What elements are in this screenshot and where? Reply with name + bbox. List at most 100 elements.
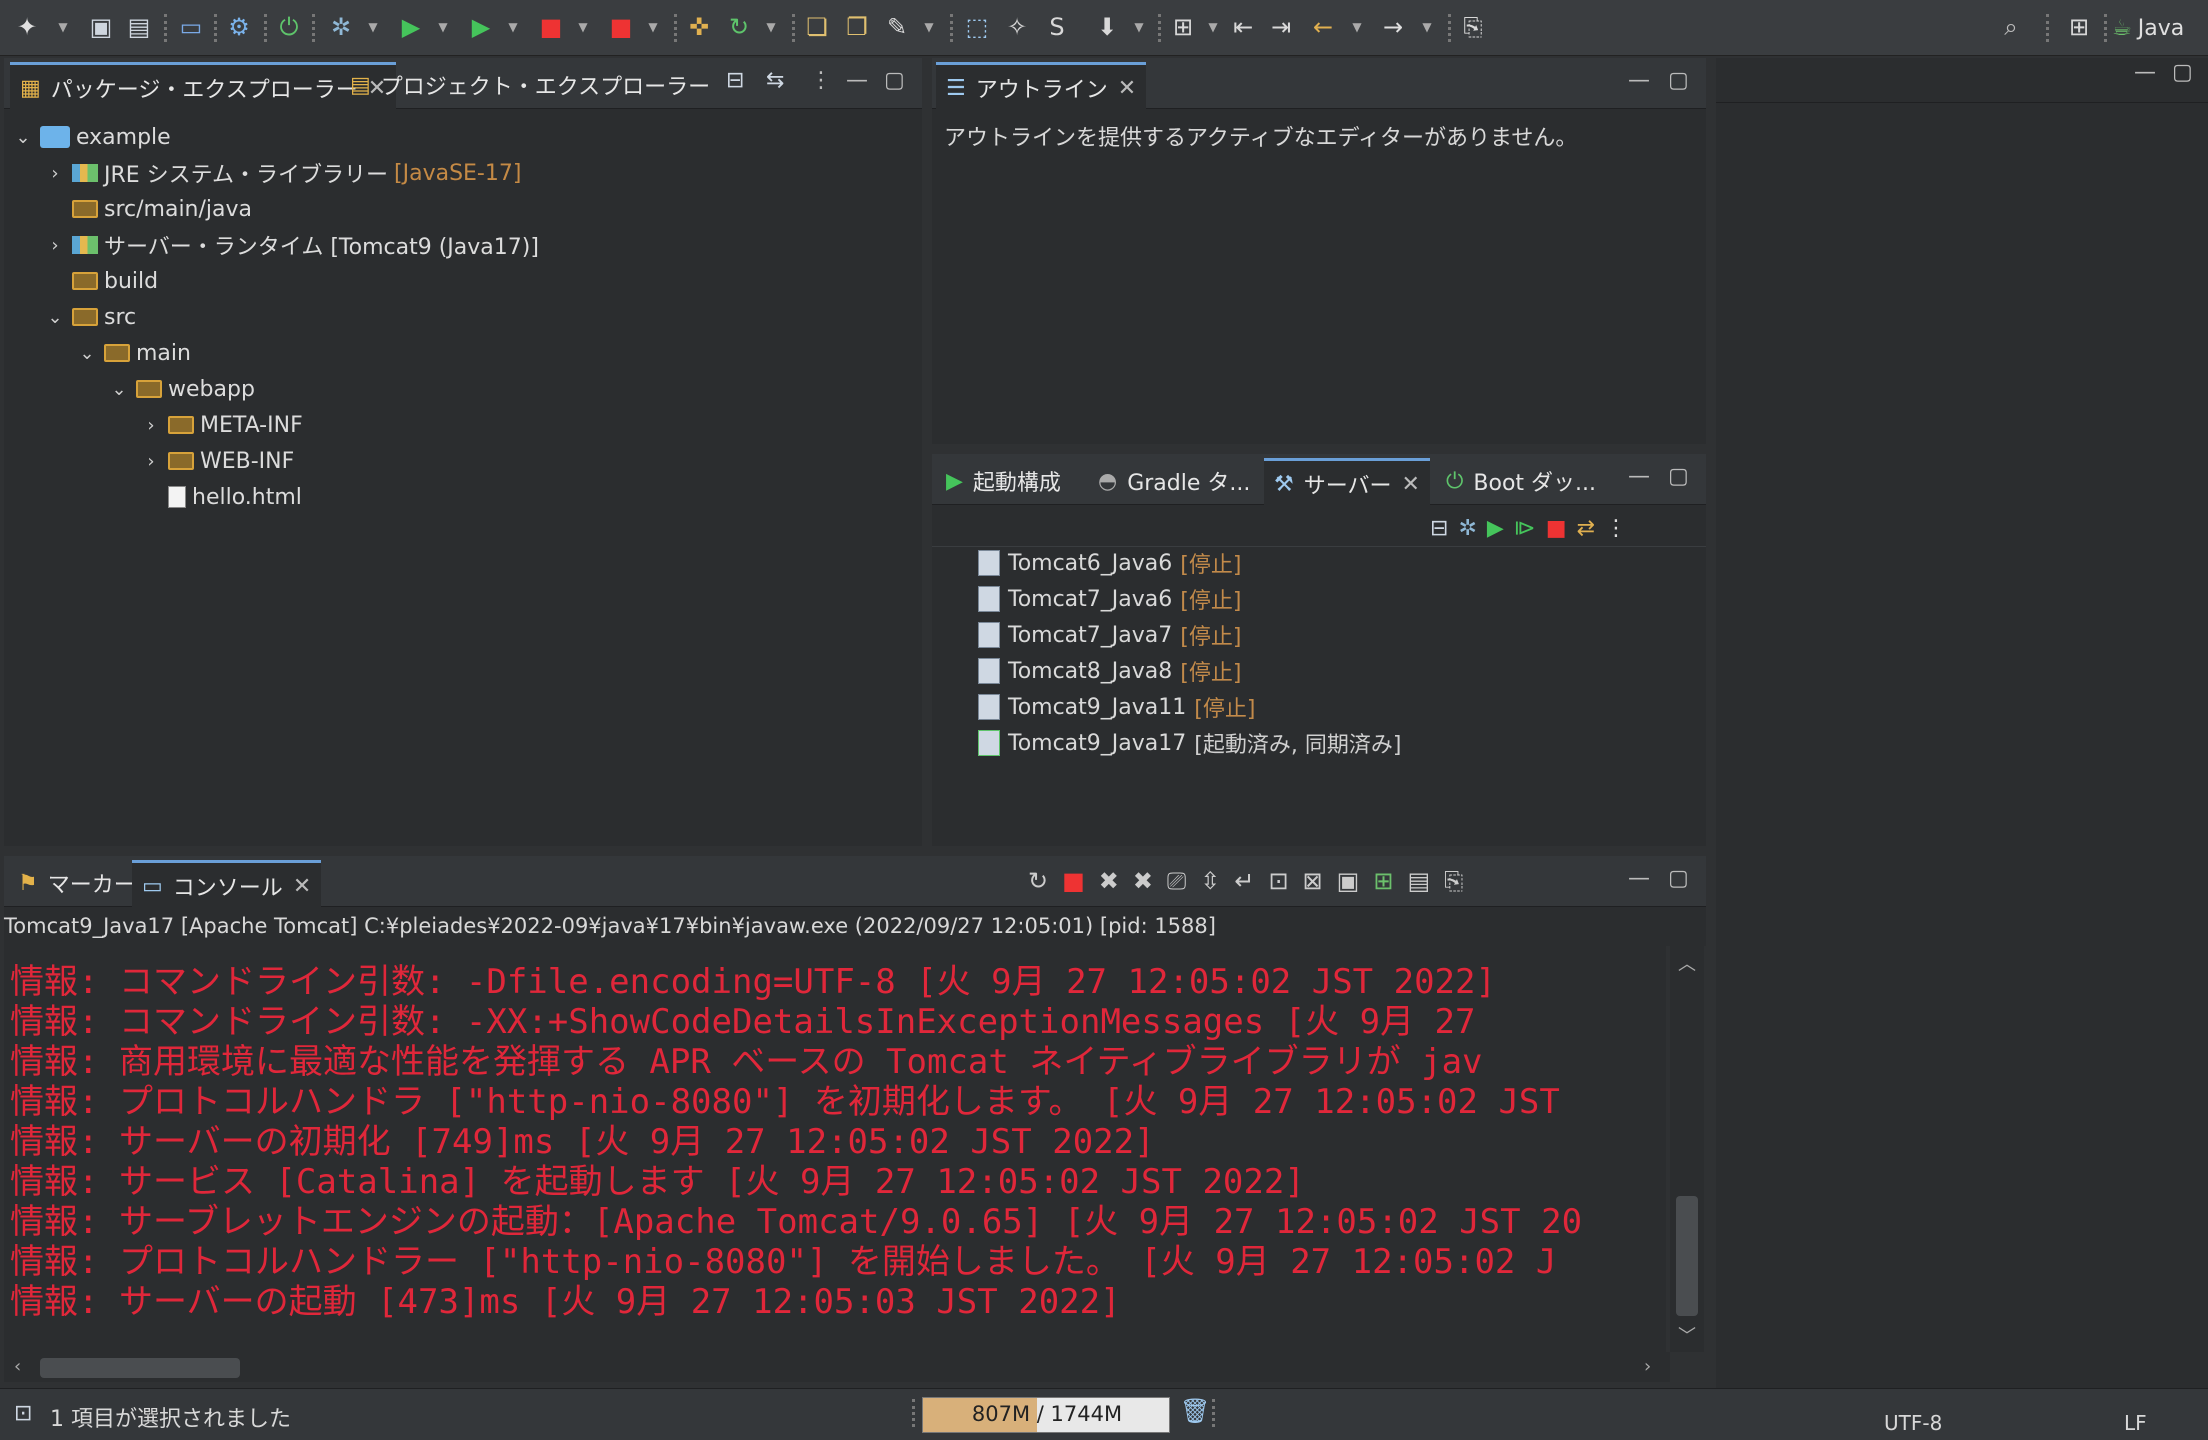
show-on-stdout-icon[interactable]: ⊡ [1268, 867, 1288, 895]
new-dropdown-icon[interactable]: ▼ [56, 20, 70, 34]
open-type-icon[interactable]: ❏ [802, 12, 832, 42]
toolbar-grip[interactable] [2104, 14, 2111, 42]
run-icon[interactable]: ▶ [396, 12, 426, 42]
debug-dropdown-icon[interactable]: ▼ [366, 20, 380, 34]
minimize-icon[interactable]: — [846, 68, 868, 93]
console-vertical-scrollbar[interactable]: ︿ ﹀ [1670, 946, 1704, 1352]
tree-item[interactable]: src/main/java [44, 192, 252, 226]
maximize-icon[interactable]: ▢ [1668, 68, 1689, 93]
open-folder-icon[interactable]: ❐ [842, 12, 872, 42]
forward-arrow-icon[interactable]: → [1378, 12, 1408, 42]
prev-annotation-icon[interactable]: ⇤ [1228, 12, 1258, 42]
scroll-lock-icon[interactable]: ⇳ [1200, 867, 1220, 895]
close-icon[interactable]: ✕ [1402, 472, 1420, 497]
server-item[interactable]: Tomcat6_Java6 [停止] [978, 546, 1241, 580]
open-perspective-folder-icon[interactable]: ⎘ [1458, 12, 1488, 42]
toolbar-grip[interactable] [2046, 14, 2053, 42]
run-external-dropdown-icon[interactable]: ▼ [506, 20, 520, 34]
display-console-icon[interactable]: ▤ [1407, 867, 1430, 895]
refresh-dropdown-icon[interactable]: ▼ [764, 20, 778, 34]
tree-item[interactable]: › サーバー・ランタイム [Tomcat9 (Java17)] [44, 228, 539, 262]
console-output[interactable]: 情報: コマンドライン引数: -Dfile.encoding=UTF-8 [火 … [4, 946, 1666, 1352]
tab-project-explorer[interactable]: ▤ プロジェクト・エクスプローラー [340, 62, 720, 108]
scroll-down-icon[interactable]: ﹀ [1678, 1322, 1696, 1348]
collapse-all-icon[interactable]: ⊟ [726, 68, 744, 93]
task-dropdown-icon[interactable]: ▼ [1132, 20, 1146, 34]
minimize-icon[interactable]: — [1628, 68, 1650, 93]
tab-package-explorer[interactable]: ▦ パッケージ・エクスプローラー ✕ [10, 62, 397, 111]
show-on-stderr-icon[interactable]: ⊠ [1303, 867, 1323, 895]
tree-item[interactable]: hello.html [140, 480, 302, 514]
save-icon[interactable]: ▣ [86, 12, 116, 42]
scroll-thumb[interactable] [1676, 1196, 1698, 1316]
tab-console[interactable]: ▭ コンソール ✕ [132, 860, 322, 909]
tree-item[interactable]: ⌄ example [12, 120, 170, 154]
toolbar-grip[interactable] [1448, 14, 1455, 42]
tab-gradle-tasks[interactable]: ◓ Gradle タ... [1088, 458, 1260, 504]
annotation-icon[interactable]: ✧ [1002, 12, 1032, 42]
status-grip[interactable] [912, 1399, 919, 1427]
new-icon[interactable]: ✦ [12, 12, 42, 42]
line-delimiter-status[interactable]: LF [2124, 1411, 2147, 1435]
edit-dropdown-icon[interactable]: ▼ [922, 20, 936, 34]
scroll-left-icon[interactable]: ‹ [14, 1356, 21, 1377]
chevron-down-icon[interactable]: ⌄ [44, 307, 66, 328]
search-file-icon[interactable]: S [1042, 12, 1072, 42]
tab-servers[interactable]: ⚒ サーバー ✕ [1264, 458, 1430, 507]
toolbar-grip[interactable] [674, 14, 681, 42]
save-output-icon[interactable]: ▣ [1337, 867, 1360, 895]
task-icon[interactable]: ⬇ [1092, 12, 1122, 42]
tab-outline[interactable]: ☰ アウトライン ✕ [936, 62, 1147, 111]
open-perspective-icon[interactable]: ⊞ [2064, 12, 2094, 42]
console-horizontal-scrollbar[interactable]: ‹ › [4, 1352, 1670, 1382]
scroll-right-icon[interactable]: › [1644, 1356, 1651, 1377]
terminal-icon[interactable]: ▭ [176, 12, 206, 42]
remove-launch-icon[interactable]: ✖ [1099, 867, 1119, 895]
encoding-status[interactable]: UTF-8 [1884, 1411, 1942, 1435]
back-dropdown-icon[interactable]: ▼ [1350, 20, 1364, 34]
chevron-right-icon[interactable]: › [44, 235, 66, 256]
chevron-right-icon[interactable]: › [44, 163, 66, 184]
server-item[interactable]: Tomcat8_Java8 [停止] [978, 654, 1241, 688]
toolbar-grip[interactable] [1158, 14, 1165, 42]
minimize-icon[interactable]: — [1628, 464, 1650, 489]
pin-icon[interactable]: ⊞ [1168, 12, 1198, 42]
java-perspective-button[interactable]: ☕ Java [2112, 12, 2184, 44]
minimize-icon[interactable]: — [1628, 866, 1650, 891]
open-console-icon[interactable]: ⎘ [1444, 867, 1463, 895]
refresh-icon[interactable]: ↻ [724, 12, 754, 42]
terminate-icon[interactable]: ■ [1062, 867, 1085, 895]
stop-dropdown-icon[interactable]: ▼ [576, 20, 590, 34]
restart-icon[interactable]: ↻ [1028, 867, 1048, 895]
tree-item[interactable]: › WEB-INF [140, 444, 294, 478]
maximize-icon[interactable]: ▢ [884, 68, 905, 93]
forward-dropdown-icon[interactable]: ▼ [1420, 20, 1434, 34]
collapse-all-icon[interactable]: ⊟ [1430, 516, 1448, 541]
save-all-icon[interactable]: ▤ [124, 12, 154, 42]
debug-icon[interactable]: ✲ [326, 12, 356, 42]
server-item[interactable]: Tomcat9_Java11 [停止] [978, 690, 1255, 724]
toolbar-grip[interactable] [312, 14, 319, 42]
tree-item[interactable]: build [44, 264, 158, 298]
chevron-right-icon[interactable]: › [140, 415, 162, 436]
tab-boot-dashboard[interactable]: ⏻ Boot ダッ... [1436, 458, 1606, 504]
status-grip[interactable] [1212, 1399, 1219, 1427]
back-arrow-icon[interactable]: ← [1308, 12, 1338, 42]
server-item[interactable]: Tomcat7_Java7 [停止] [978, 618, 1241, 652]
settings-icon[interactable]: ⚙ [224, 12, 254, 42]
new-java-project-icon[interactable]: ✜ [684, 12, 714, 42]
scroll-thumb[interactable] [40, 1358, 240, 1378]
tab-markers[interactable]: ⚑ マーカー [8, 860, 146, 906]
clear-console-icon[interactable]: ⎚ [1167, 867, 1186, 895]
chevron-down-icon[interactable]: ⌄ [76, 343, 98, 364]
edit-pen-icon[interactable]: ✎ [882, 12, 912, 42]
heap-status[interactable]: 807M / 1744M [922, 1397, 1170, 1433]
close-icon[interactable]: ✕ [1118, 76, 1136, 101]
tree-item[interactable]: › META-INF [140, 408, 302, 442]
maximize-icon[interactable]: ▢ [2172, 60, 2193, 85]
tree-item[interactable]: › JRE システム・ライブラリー [JavaSE-17] [44, 156, 521, 190]
maximize-icon[interactable]: ▢ [1668, 866, 1689, 891]
search-icon[interactable]: ⌕ [1996, 12, 2026, 42]
close-icon[interactable]: ✕ [293, 874, 311, 899]
pin-console-icon[interactable]: ⊞ [1373, 867, 1393, 895]
